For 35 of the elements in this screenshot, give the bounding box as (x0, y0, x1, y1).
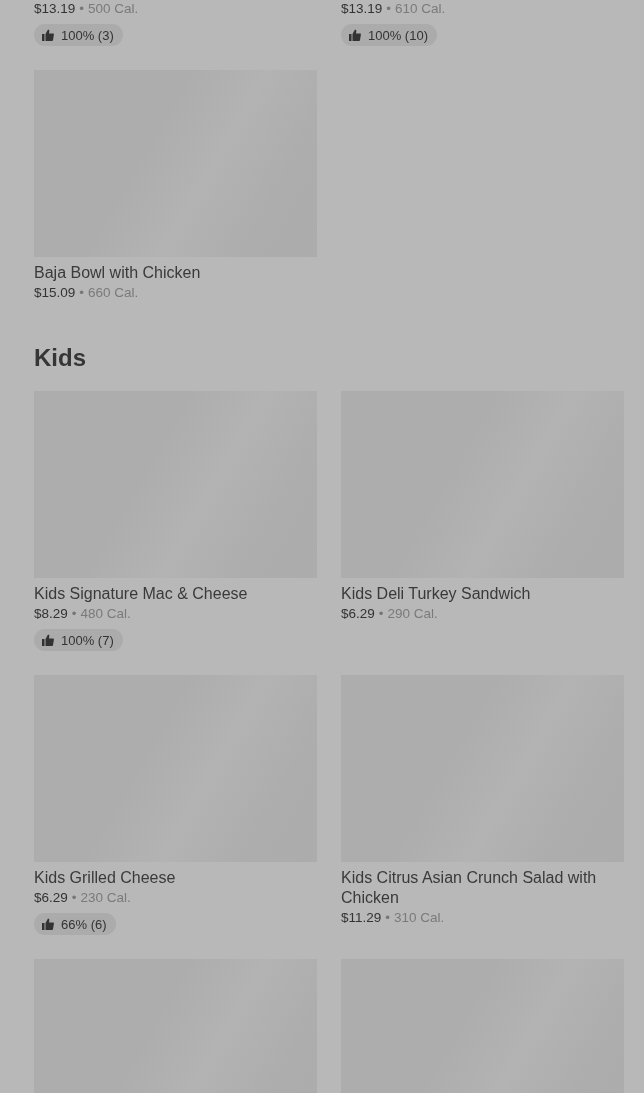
thumbs-up-icon (42, 29, 54, 41)
item-calories: 480 Cal. (80, 605, 131, 623)
thumbs-up-icon (349, 29, 361, 41)
separator-dot: • (378, 605, 384, 623)
rating-text: 100% (10) (368, 27, 428, 43)
separator-dot: • (79, 284, 85, 302)
item-price: $6.29 (34, 889, 68, 907)
item-price: $13.19 (34, 0, 76, 18)
separator-dot: • (386, 0, 392, 18)
separator-dot: • (71, 889, 77, 907)
item-price: $15.09 (34, 284, 76, 302)
item-price: $6.29 (341, 605, 375, 623)
item-price: $11.29 (341, 909, 382, 927)
item-calories: 310 Cal. (394, 909, 445, 927)
item-calories: 660 Cal. (88, 284, 139, 302)
rating-text: 100% (3) (61, 27, 114, 43)
separator-dot: • (79, 0, 85, 18)
item-name[interactable]: Baja Bowl with Chicken (34, 263, 317, 283)
thumbs-up-icon (42, 634, 54, 646)
item-name[interactable]: Kids Deli Turkey Sandwich (341, 584, 624, 604)
item-calories: 610 Cal. (395, 0, 446, 18)
item-name[interactable]: Kids Citrus Asian Crunch Salad with Chicken (341, 868, 624, 908)
section-heading: Kids (34, 343, 87, 373)
item-name[interactable]: Kids Signature Mac & Cheese (34, 584, 317, 604)
separator-dot: • (71, 605, 77, 623)
item-price: $8.29 (34, 605, 68, 623)
item-price: $13.19 (341, 0, 383, 18)
item-calories: 290 Cal. (387, 605, 438, 623)
rating-text: 100% (7) (61, 632, 114, 648)
item-name[interactable]: Kids Grilled Cheese (34, 868, 317, 888)
thumbs-up-icon (42, 918, 54, 930)
rating-text: 66% (6) (61, 916, 107, 932)
item-calories: 500 Cal. (88, 0, 139, 18)
item-calories: 230 Cal. (80, 889, 131, 907)
separator-dot: • (385, 909, 391, 927)
